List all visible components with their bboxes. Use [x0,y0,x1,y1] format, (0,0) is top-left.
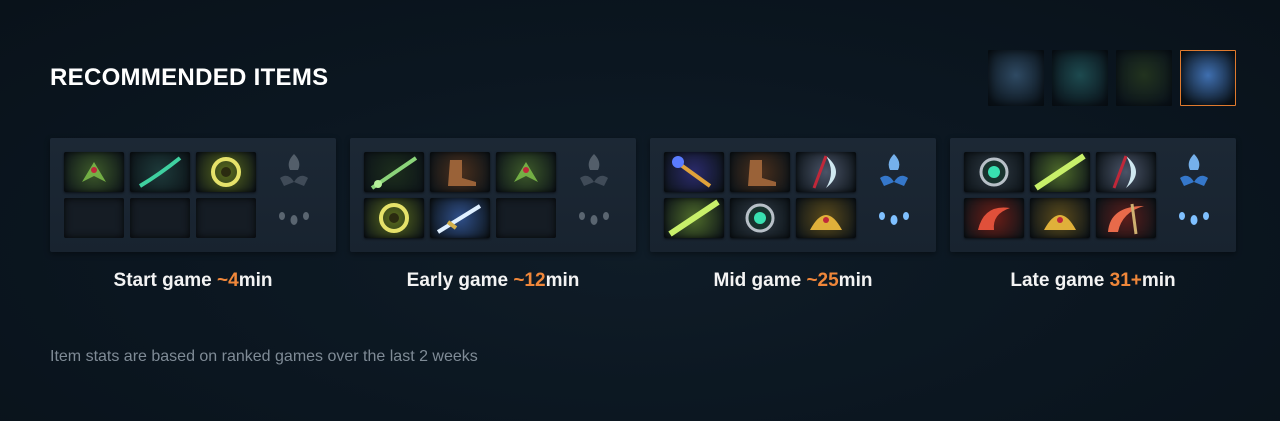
stage-label: Start game ~4min [50,270,336,292]
branch-icon [138,156,182,188]
item-slot[interactable] [730,198,790,238]
sword-icon [436,204,482,234]
stage-label-suffix: min [838,270,873,291]
stage-early: Early game ~12min [350,138,636,292]
item-slot[interactable] [1030,198,1090,238]
helm-icon [810,215,842,230]
neutral-drops-icon [574,198,614,238]
item-grid [64,152,256,238]
empty-item-slot [130,198,190,238]
scythe-icon [1108,203,1144,235]
item-slot[interactable] [196,152,256,192]
neutral-token-icon [1174,152,1214,192]
eye-icon [979,157,1009,187]
stage-time: ~12 [513,270,546,291]
item-slot[interactable] [964,152,1024,192]
item-slot[interactable] [796,152,856,192]
stage-label-suffix: min [545,270,580,291]
neutral-token-icon [274,152,314,192]
neutral-slots [1174,152,1214,238]
stage-start: Start game ~4min [50,138,336,292]
item-slot[interactable] [730,152,790,192]
item-slot[interactable] [1096,152,1156,192]
item-slot[interactable] [430,152,490,192]
boots-icon [448,160,476,186]
blade-icon [1034,153,1086,191]
eye-icon [745,203,775,233]
stage-time: ~25 [806,270,839,291]
neutral-token-icon [574,152,614,192]
stage-time: 31+ [1109,270,1142,291]
stage-label: Early game ~12min [350,270,636,292]
helm-icon [1044,215,1076,230]
stage-mid: Mid game ~25min [650,138,936,292]
stage-label-prefix: Early game [406,270,514,291]
neutral-slots [874,152,914,238]
item-stages: Start game ~4min Early game ~12min Mid g… [50,138,1236,292]
item-slot[interactable] [430,198,490,238]
item-grid [364,152,556,238]
facet-button-2[interactable] [1052,50,1108,106]
empty-item-slot [64,198,124,238]
stage-label-suffix: min [238,270,273,291]
empty-item-slot [496,198,556,238]
facet-button-1[interactable] [988,50,1044,106]
staff-icon [370,156,418,190]
neutral-drops-icon [874,198,914,238]
empty-item-slot [196,198,256,238]
item-slot[interactable] [130,152,190,192]
stage-label-suffix: min [1141,270,1176,291]
item-slot[interactable] [64,152,124,192]
mantle-icon [514,162,538,182]
neutral-slots [274,152,314,238]
item-slot[interactable] [796,198,856,238]
item-grid [664,152,856,238]
axe-icon [812,155,836,189]
orb-icon [211,157,241,187]
stage-label-prefix: Mid game [713,270,807,291]
item-slot[interactable] [964,198,1024,238]
item-slot[interactable] [496,152,556,192]
item-panel [350,138,636,252]
boots-icon [748,160,776,186]
neutral-drops-icon [274,198,314,238]
scepter-icon [672,156,712,188]
item-slot[interactable] [664,198,724,238]
item-panel [50,138,336,252]
neutral-drops-icon [1174,198,1214,238]
stage-time: ~4 [217,270,239,291]
neutral-slots [574,152,614,238]
item-slot[interactable] [364,152,424,192]
item-slot[interactable] [1096,198,1156,238]
claw-icon [978,207,1010,230]
section-title: RECOMMENDED ITEMS [50,64,329,91]
orb-icon [379,203,409,233]
item-panel [650,138,936,252]
facet-selector [988,50,1236,106]
item-slot[interactable] [664,152,724,192]
item-slot[interactable] [364,198,424,238]
axe-icon [1112,155,1136,189]
item-panel [950,138,1236,252]
facet-button-4[interactable] [1180,50,1236,106]
stage-label-prefix: Late game [1010,270,1110,291]
stage-late: Late game 31+min [950,138,1236,292]
mantle-icon [82,162,106,182]
item-slot[interactable] [1030,152,1090,192]
item-grid [964,152,1156,238]
stage-label: Mid game ~25min [650,270,936,292]
facet-button-3[interactable] [1116,50,1172,106]
neutral-token-icon [874,152,914,192]
stage-label: Late game 31+min [950,270,1236,292]
footnote: Item stats are based on ranked games ove… [50,348,478,365]
blade-icon [668,199,720,237]
stage-label-prefix: Start game [113,270,218,291]
